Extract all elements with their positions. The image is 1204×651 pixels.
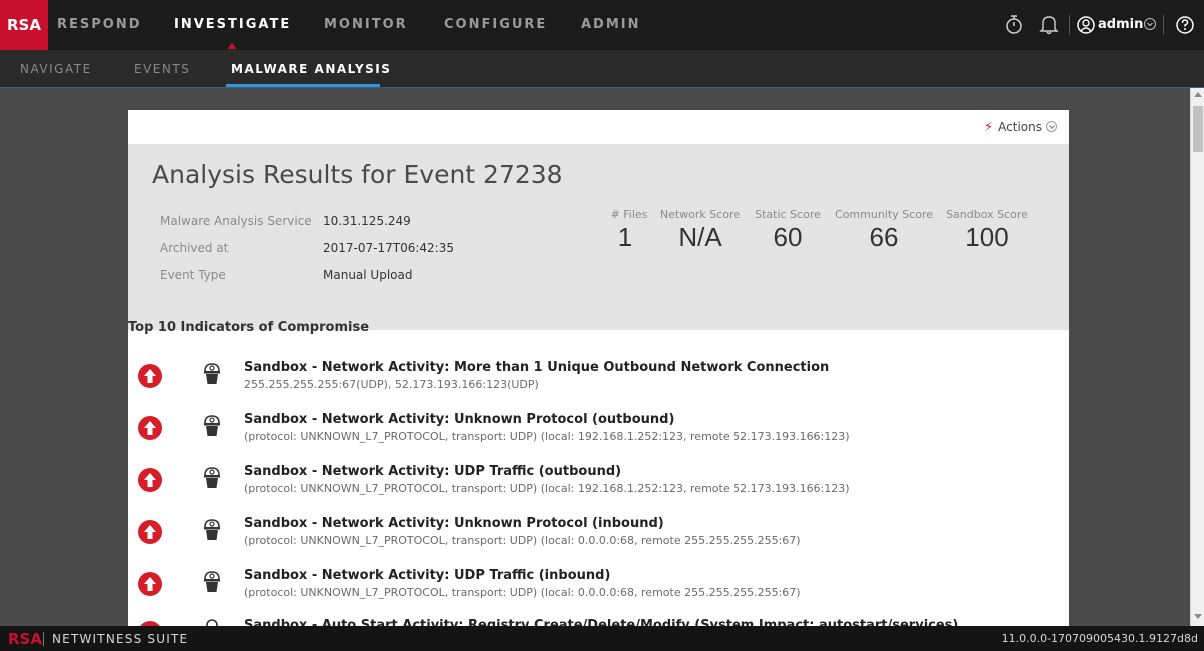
footer-separator [43, 632, 44, 646]
nav-respond[interactable]: RESPOND [57, 17, 142, 32]
ioc-section-title: Top 10 Indicators of Compromise [128, 320, 370, 335]
scrollbar-thumb[interactable] [1193, 106, 1203, 152]
score-value-community: 66 [869, 222, 899, 252]
nav-admin[interactable]: ADMIN [581, 17, 641, 32]
main-content: ⚡ Actions Analysis Results for Event 2723… [0, 88, 1190, 626]
severity-high-icon [138, 520, 162, 544]
severity-high-icon [138, 572, 162, 596]
meta-label-service: Malware Analysis Service [160, 214, 312, 228]
score-label-files: # Files [610, 208, 648, 221]
list-item[interactable]: Sandbox - Auto Start Activity: Registry … [128, 618, 1069, 626]
sandbox-icon [202, 466, 222, 490]
stopwatch-icon[interactable] [1004, 12, 1026, 36]
ioc-name: Sandbox - Network Activity: Unknown Prot… [244, 516, 664, 531]
footer-version: 11.0.0.0-170709005430.1.9127d8d [1001, 632, 1198, 645]
nav-monitor[interactable]: MONITOR [324, 17, 408, 32]
meta-value-event-type: Manual Upload [323, 268, 413, 282]
tab-malware-analysis[interactable]: MALWARE ANALYSIS [231, 62, 391, 76]
ioc-detail: (protocol: UNKNOWN_L7_PROTOCOL, transpor… [244, 482, 850, 495]
analysis-summary: Analysis Results for Event 27238 Malware… [128, 144, 1069, 330]
list-item[interactable]: Sandbox - Network Activity: UDP Traffic … [128, 462, 1069, 512]
score-label-community: Community Score [835, 208, 933, 221]
scroll-down-arrow-icon[interactable] [1194, 614, 1202, 619]
ioc-name: Sandbox - Network Activity: More than 1 … [244, 360, 830, 375]
score-value-network: N/A [678, 222, 722, 252]
tab-navigate[interactable]: NAVIGATE [20, 62, 92, 76]
rsa-logo-text: RSA [7, 16, 41, 34]
ioc-detail: (protocol: UNKNOWN_L7_PROTOCOL, transpor… [244, 430, 850, 443]
ioc-name: Sandbox - Auto Start Activity: Registry … [244, 618, 959, 626]
severity-high-icon [138, 416, 162, 440]
sandbox-icon [202, 362, 222, 386]
severity-high-icon [138, 364, 162, 388]
chevron-down-icon[interactable] [1143, 14, 1165, 38]
nav-separator [1069, 15, 1070, 35]
nav-configure[interactable]: CONFIGURE [444, 17, 547, 32]
ioc-name: Sandbox - Network Activity: UDP Traffic … [244, 464, 622, 479]
vertical-scrollbar[interactable] [1190, 88, 1204, 626]
severity-high-icon [138, 468, 162, 492]
sandbox-icon [202, 570, 222, 594]
rsa-logo[interactable]: RSA [0, 0, 48, 50]
user-menu-label[interactable]: admin [1098, 17, 1143, 32]
app-window: RSA RESPOND INVESTIGATE MONITOR CONFIGUR… [0, 0, 1204, 651]
scroll-up-arrow-icon[interactable] [1194, 92, 1202, 97]
ioc-detail: (protocol: UNKNOWN_L7_PROTOCOL, transpor… [244, 586, 801, 599]
score-value-files: 1 [617, 222, 633, 252]
list-item[interactable]: Sandbox - Network Activity: Unknown Prot… [128, 410, 1069, 460]
footer-product-name: NETWITNESS SUITE [52, 632, 189, 646]
ioc-name: Sandbox - Network Activity: UDP Traffic … [244, 568, 611, 583]
ioc-detail: 255.255.255.255:67(UDP), 52.173.193.166:… [244, 378, 539, 391]
sandbox-icon [202, 518, 222, 542]
active-tab-underline [226, 84, 380, 87]
list-item[interactable]: Sandbox - Network Activity: More than 1 … [128, 358, 1069, 408]
help-icon[interactable] [1174, 12, 1196, 36]
sub-nav: NAVIGATE EVENTS MALWARE ANALYSIS [0, 50, 1204, 88]
chevron-down-icon [1046, 121, 1057, 132]
lightning-icon: ⚡ [984, 120, 994, 135]
sandbox-icon [202, 618, 222, 626]
score-label-network: Network Score [659, 208, 741, 221]
ioc-name: Sandbox - Network Activity: Unknown Prot… [244, 412, 675, 427]
top-nav: RSA RESPOND INVESTIGATE MONITOR CONFIGUR… [0, 0, 1204, 50]
user-icon[interactable] [1076, 12, 1098, 36]
meta-label-archived: Archived at [160, 241, 229, 255]
meta-value-service: 10.31.125.249 [323, 214, 411, 228]
meta-label-event-type: Event Type [160, 268, 226, 282]
score-value-static: 60 [773, 222, 803, 252]
tab-events[interactable]: EVENTS [134, 62, 190, 76]
score-value-sandbox: 100 [965, 222, 1009, 252]
list-item[interactable]: Sandbox - Network Activity: Unknown Prot… [128, 514, 1069, 564]
sandbox-icon [202, 414, 222, 438]
meta-value-archived: 2017-07-17T06:42:35 [323, 241, 454, 255]
score-label-sandbox: Sandbox Score [946, 208, 1028, 221]
footer-bar: RSA NETWITNESS SUITE 11.0.0.0-1707090054… [0, 626, 1204, 651]
ioc-detail: (protocol: UNKNOWN_L7_PROTOCOL, transpor… [244, 534, 801, 547]
actions-menu[interactable]: ⚡ Actions [984, 120, 1057, 135]
page-title: Analysis Results for Event 27238 [152, 160, 563, 189]
bell-icon[interactable] [1039, 12, 1061, 36]
list-item[interactable]: Sandbox - Network Activity: UDP Traffic … [128, 566, 1069, 616]
nav-investigate[interactable]: INVESTIGATE [174, 17, 291, 32]
active-nav-caret [227, 43, 237, 49]
nav-separator [1163, 15, 1164, 35]
footer-rsa-logo: RSA [8, 630, 42, 648]
analysis-results-card: ⚡ Actions Analysis Results for Event 2723… [128, 110, 1069, 626]
score-label-static: Static Score [755, 208, 821, 221]
actions-label: Actions [998, 120, 1042, 134]
